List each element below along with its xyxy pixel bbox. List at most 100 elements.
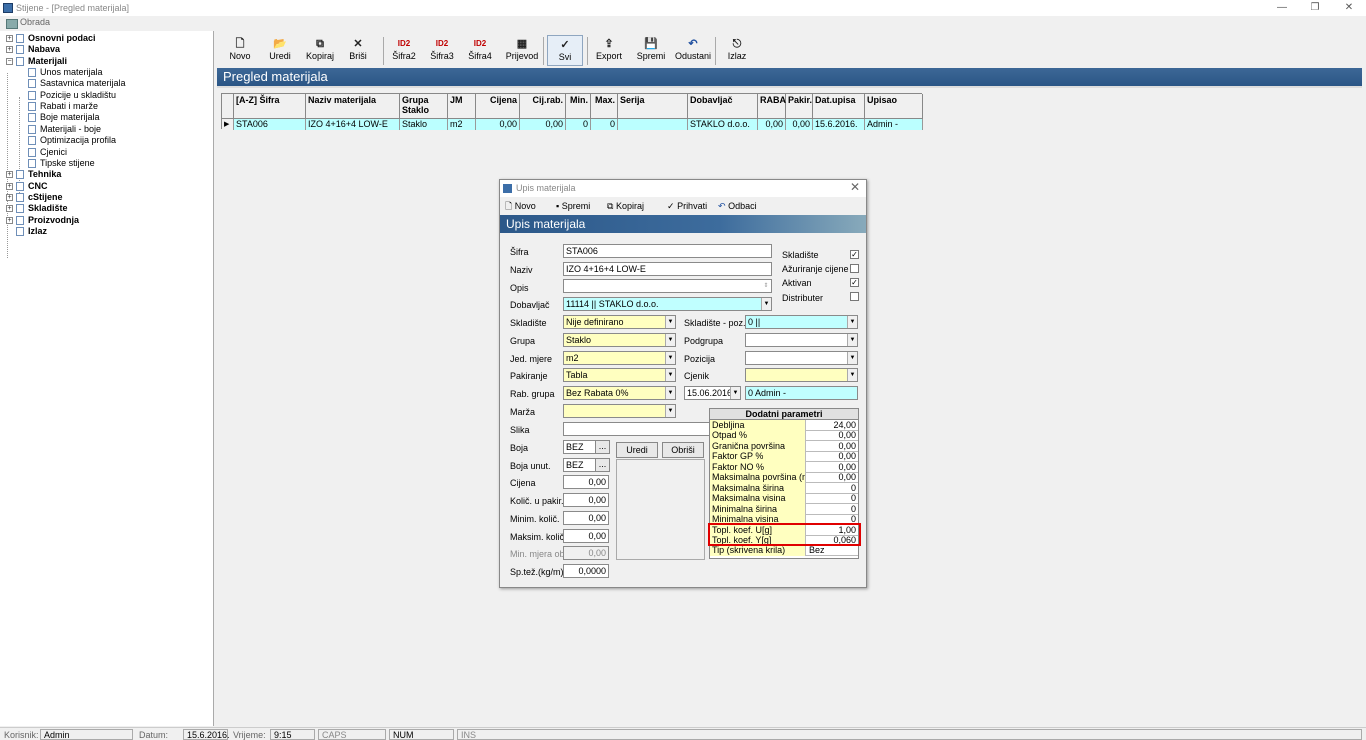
datum-select[interactable]: 15.06.2016 ▼ — [684, 386, 741, 400]
param-row[interactable]: Faktor GP % 0,00 — [710, 451, 858, 463]
param-row[interactable]: Tip (skrivena krila) Bez — [710, 545, 858, 557]
chevron-down-icon[interactable]: ▼ — [665, 387, 675, 399]
toolbar-export-button[interactable]: ⇪ Export — [589, 35, 629, 66]
chevron-down-icon[interactable]: ▼ — [665, 405, 675, 417]
grid-column-header[interactable]: RABA — [758, 94, 786, 119]
restore-icon[interactable]: ❐ — [1303, 0, 1327, 16]
uredi-image-button[interactable]: Uredi — [616, 442, 658, 458]
cijena-field[interactable]: 0,00 — [563, 475, 609, 489]
boja-unut-field[interactable]: BEZ — [563, 458, 596, 472]
param-row[interactable]: Maksimalna površina (m2)0,00 — [710, 472, 858, 484]
minimize-icon[interactable]: — — [1270, 0, 1294, 16]
obrisi-image-button[interactable]: Obriši — [662, 442, 704, 458]
grid-cell[interactable]: IZO 4+16+4 LOW-E — [306, 119, 400, 130]
chevron-down-icon[interactable]: ▼ — [847, 316, 857, 328]
chevron-down-icon[interactable]: ▼ — [665, 334, 675, 346]
dobavljac-select[interactable]: 11114 || STAKLO d.o.o. ▼ — [563, 297, 772, 311]
chevron-down-icon[interactable]: ▼ — [761, 298, 771, 310]
param-row[interactable]: Maksimalna visina 0 — [710, 493, 858, 505]
toolbar-odustani-button[interactable]: ↶ Odustani — [671, 35, 715, 66]
param-row[interactable]: Maksimalna širina 0 — [710, 482, 858, 494]
expand-toggle-icon[interactable]: + — [6, 193, 13, 201]
jed-mjere-select[interactable]: m2 ▼ — [563, 351, 676, 365]
grid-cell[interactable]: 0 — [566, 119, 591, 130]
minim-kolic-field[interactable]: 0,00 — [563, 511, 609, 525]
checkbox-aktivan[interactable]: ✓ — [850, 278, 859, 287]
skladiste-select[interactable]: Nije definirano ▼ — [563, 315, 676, 329]
param-row[interactable]: Debljina 24,00 — [710, 420, 858, 431]
grid-cell[interactable]: 0,00 — [786, 119, 813, 130]
boja-unut-browse-button[interactable]: ... — [595, 458, 610, 472]
marza-select[interactable]: ▼ — [563, 404, 676, 418]
param-row[interactable]: Granična površina 0,00 — [710, 440, 858, 452]
grupa-select[interactable]: Staklo ▼ — [563, 333, 676, 347]
param-value[interactable]: 0 — [807, 483, 858, 494]
dialog-novo-button[interactable]: 🗋 Novo — [505, 200, 536, 212]
checkbox-azuriranje-cijene[interactable] — [850, 264, 859, 273]
param-value[interactable]: 0,00 — [807, 441, 858, 452]
grid-column-header[interactable]: Naziv materijala — [306, 94, 400, 119]
dialog-spremi-button[interactable]: ▪ Spremi — [556, 200, 590, 212]
grid-column-header[interactable]: [A-Z] Šifra — [234, 94, 306, 119]
grid-column-header[interactable]: JM — [448, 94, 476, 119]
param-value[interactable]: 0,00 — [807, 472, 858, 483]
toolbar-sifra2-button[interactable]: ID2 Šifra2 — [387, 35, 421, 66]
menu-obrada[interactable]: Obrada — [4, 17, 50, 29]
toolbar-svi-button[interactable]: ✓ Svi — [547, 35, 583, 66]
param-value[interactable]: 0,00 — [807, 462, 858, 473]
chevron-down-icon[interactable]: ▼ — [665, 316, 675, 328]
dialog-kopiraj-button[interactable]: ⧉ Kopiraj — [607, 200, 644, 212]
dialog-close-icon[interactable]: ✕ — [850, 180, 860, 194]
toolbar-kopiraj-button[interactable]: ⧉ Kopiraj — [301, 35, 339, 66]
grid-cell[interactable]: 15.6.2016. — [813, 119, 865, 130]
row-selector-icon[interactable]: ▶ — [222, 119, 234, 130]
maksim-kolic-field[interactable]: 0,00 — [563, 529, 609, 543]
pozicija-select[interactable]: ▼ — [745, 351, 858, 365]
grid-column-header[interactable]: Max. — [591, 94, 618, 119]
materials-grid[interactable]: ▶ [A-Z] Šifra STA006 Naziv materijala IZO 4+… — [221, 93, 923, 130]
grid-cell[interactable] — [618, 119, 688, 130]
grid-cell[interactable]: 0,00 — [476, 119, 520, 130]
kolic-u-pakir-field[interactable]: 0,00 — [563, 493, 609, 507]
boja-field[interactable]: BEZ — [563, 440, 596, 454]
grid-cell[interactable]: 0,00 — [520, 119, 566, 130]
grid-cell[interactable]: STA006 — [234, 119, 306, 130]
grid-column-header[interactable]: Serija — [618, 94, 688, 119]
grid-column-header[interactable]: Pakir. — [786, 94, 813, 119]
param-value[interactable]: 24,00 — [807, 420, 858, 431]
chevron-down-icon[interactable]: ▼ — [847, 369, 857, 381]
expand-toggle-icon[interactable]: + — [6, 171, 13, 179]
toolbar-prijevod-button[interactable]: ▦ Prijevod — [501, 35, 543, 66]
param-value[interactable]: 0 — [807, 504, 858, 515]
dialog-prihvati-button[interactable]: ✓ Prihvati — [667, 200, 707, 212]
param-row[interactable]: Faktor NO % 0,00 — [710, 461, 858, 473]
grid-cell[interactable]: 0 — [591, 119, 618, 130]
expand-toggle-icon[interactable]: + — [6, 182, 13, 190]
chevron-down-icon[interactable]: ▼ — [665, 369, 675, 381]
toolbar-uredi-button[interactable]: 📂 Uredi — [261, 35, 299, 66]
toolbar-sifra4-button[interactable]: ID2 Šifra4 — [463, 35, 497, 66]
close-icon[interactable]: ✕ — [1337, 0, 1361, 16]
chevron-down-icon[interactable]: ▼ — [730, 387, 740, 399]
expand-toggle-icon[interactable]: + — [6, 205, 13, 213]
chevron-down-icon[interactable]: ▼ — [665, 352, 675, 364]
toolbar-spremi-button[interactable]: 💾 Spremi — [633, 35, 669, 66]
dialog-odbaci-button[interactable]: ↶ Odbaci — [718, 200, 757, 212]
toolbar-novo-button[interactable]: 🗋 Novo — [221, 35, 259, 66]
grid-column-header[interactable]: Cij.rab. — [520, 94, 566, 119]
param-row[interactable]: Otpad % 0,00 — [710, 430, 858, 442]
opis-spin-icon[interactable]: ⇕ — [761, 280, 771, 292]
grid-column-header[interactable]: Dobavljač — [688, 94, 758, 119]
expand-toggle-icon[interactable]: + — [6, 35, 13, 42]
grid-cell[interactable]: Admin - — [865, 119, 923, 130]
sifra-field[interactable]: STA006 — [563, 244, 772, 258]
toolbar-sifra3-button[interactable]: ID2 Šifra3 — [425, 35, 459, 66]
podgrupa-select[interactable]: ▼ — [745, 333, 858, 347]
checkbox-skladiste[interactable]: ✓ — [850, 250, 859, 259]
sp-tez-field[interactable]: 0,0000 — [563, 564, 609, 578]
param-value[interactable]: 0,00 — [807, 451, 858, 462]
grid-cell[interactable]: m2 — [448, 119, 476, 130]
expand-toggle-icon[interactable]: + — [6, 216, 13, 224]
grid-column-header[interactable]: Grupa Staklo — [400, 94, 448, 119]
grid-cell[interactable]: 0,00 — [758, 119, 786, 130]
